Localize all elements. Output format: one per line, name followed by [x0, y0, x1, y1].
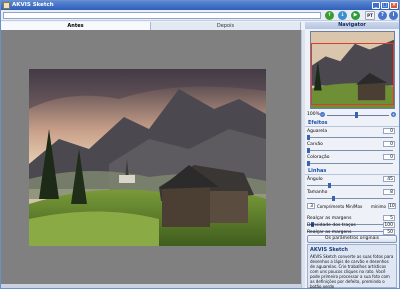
param-slider[interactable] — [307, 163, 393, 164]
param-value-field[interactable]: 5 — [383, 215, 395, 221]
close-button[interactable]: × — [390, 2, 398, 9]
open-image-icon[interactable]: ↑ — [325, 11, 334, 20]
window-title: AKVIS Sketch — [12, 2, 54, 8]
zoom-slider-thumb[interactable] — [354, 112, 358, 118]
lines-section-title: Linhas — [305, 168, 399, 175]
save-image-icon[interactable]: ↓ — [338, 11, 347, 20]
param-label: Carvão — [307, 142, 323, 147]
length-max-field[interactable]: 10 — [388, 203, 396, 209]
zoom-level: 100% — [307, 112, 320, 117]
param-slider-thumb[interactable] — [331, 196, 335, 201]
tab-after[interactable]: Depois — [151, 22, 301, 30]
param-slider-thumb[interactable] — [307, 161, 310, 166]
help-title: AKVIS Sketch — [310, 247, 348, 253]
param-label: Densidade dos traços — [307, 223, 356, 228]
file-path-input[interactable] — [3, 12, 321, 19]
param-slider[interactable] — [307, 137, 393, 138]
minimize-button[interactable]: _ — [372, 2, 380, 9]
navigator-title: Navigator — [305, 22, 399, 29]
param-row: Tamanho 8 — [305, 189, 399, 203]
param-label: Tamanho — [307, 190, 328, 195]
param-label: Ângulo — [307, 177, 323, 182]
toolbar: ↑ ↓ ▶ PT ? i — [1, 10, 399, 21]
language-button[interactable]: PT — [365, 11, 375, 20]
param-row: Aguarela 0 — [305, 128, 399, 142]
zoom-in-icon[interactable]: + — [391, 112, 396, 117]
zoom-out-icon[interactable]: − — [320, 112, 325, 117]
param-row: Ângulo 45 — [305, 176, 399, 190]
app-logo-icon — [3, 2, 10, 9]
param-slider-thumb[interactable] — [307, 148, 310, 153]
param-value-field[interactable]: 100 — [383, 222, 395, 228]
param-row: Carvão 0 — [305, 141, 399, 155]
help-icon[interactable]: ? — [378, 11, 387, 20]
navigator-viewport-frame[interactable] — [311, 43, 394, 105]
restore-defaults-button[interactable]: Os parâmetros originais — [307, 235, 397, 243]
help-text: AKVIS Sketch converte as suas fotos para… — [310, 254, 394, 289]
length-max-label: mínimo — [371, 204, 386, 209]
info-icon[interactable]: i — [389, 11, 398, 20]
horizontal-scrollbar[interactable] — [1, 284, 301, 288]
length-min-field[interactable]: 3 — [307, 203, 315, 209]
param-label: Aguarela — [307, 129, 328, 134]
param-label: Realçar as margens — [307, 216, 352, 221]
param-slider[interactable] — [307, 198, 393, 199]
help-panel: AKVIS Sketch AKVIS Sketch converte as su… — [307, 244, 397, 289]
maximize-button[interactable]: □ — [381, 2, 389, 9]
param-value-field[interactable]: 45 — [383, 176, 395, 182]
param-value-field[interactable]: 0 — [383, 141, 395, 147]
param-slider[interactable] — [307, 150, 393, 151]
settings-panel: Navigator 100% − + Efeitos Aguarela 0 Carv… — [305, 22, 399, 289]
view-tabs: Antes Depois — [1, 22, 301, 30]
source-photo — [29, 69, 266, 246]
zoom-slider[interactable] — [327, 115, 389, 116]
tab-before[interactable]: Antes — [1, 22, 151, 30]
param-value-field[interactable]: 0 — [383, 154, 395, 160]
effects-section-title: Efeitos — [305, 120, 399, 127]
param-slider-thumb[interactable] — [327, 183, 331, 188]
param-row: Coloração 0 — [305, 154, 399, 168]
param-label: Coloração — [307, 155, 330, 160]
param-slider[interactable] — [307, 185, 393, 186]
param-value-field[interactable]: 8 — [383, 189, 395, 195]
length-minmax-label: Comprimento Min/Max — [317, 204, 363, 209]
title-bar: AKVIS Sketch _ □ × — [1, 1, 399, 10]
zoom-control: 100% − + — [305, 111, 399, 119]
param-value-field[interactable]: 0 — [383, 128, 395, 134]
param-slider-thumb[interactable] — [307, 135, 310, 140]
run-button[interactable]: ▶ — [351, 11, 360, 20]
app-window: AKVIS Sketch _ □ × ↑ ↓ ▶ PT ? i Antes De… — [0, 0, 400, 289]
